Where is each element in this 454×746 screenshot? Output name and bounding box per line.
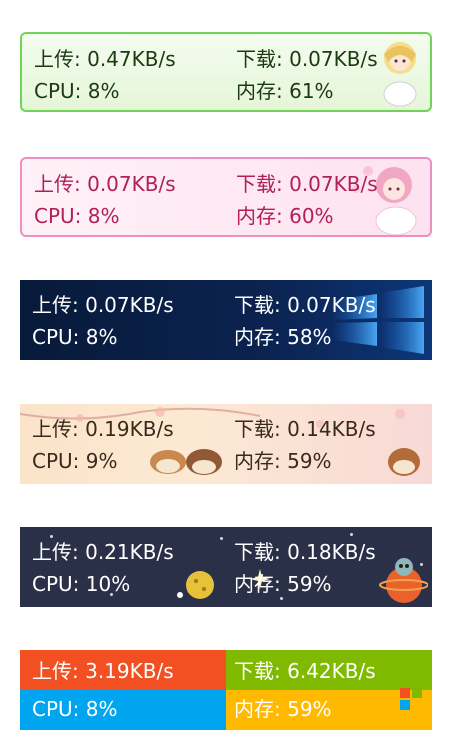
monitor-skin-windows-blue[interactable]: 上传: 0.07KB/s 下载: 0.07KB/s CPU: 8% 内存: 58… xyxy=(20,280,432,360)
cpu-usage: CPU: 8% xyxy=(32,325,118,349)
memory-usage: 内存: 59% xyxy=(234,697,332,721)
monitor-skin-pink[interactable]: 上传: 0.07KB/s 下载: 0.07KB/s CPU: 8% 内存: 60… xyxy=(20,157,432,237)
download-speed: 下载: 0.07KB/s xyxy=(236,172,378,196)
download-speed: 下载: 0.14KB/s xyxy=(234,417,376,441)
anime-girl-icon xyxy=(383,42,417,107)
windows-logo-icon xyxy=(400,688,422,710)
bird-icon xyxy=(150,449,222,475)
upload-speed: 上传: 0.07KB/s xyxy=(34,172,176,196)
monitor-skin-blossom[interactable]: 上传: 0.19KB/s 下载: 0.14KB/s CPU: 9% 内存: 59… xyxy=(20,404,432,484)
upload-speed: 上传: 0.47KB/s xyxy=(34,47,176,71)
cpu-usage: CPU: 8% xyxy=(32,697,118,721)
memory-usage: 内存: 59% xyxy=(234,449,332,473)
bird-icon xyxy=(388,448,420,476)
download-speed: 下载: 0.07KB/s xyxy=(234,293,376,317)
memory-usage: 内存: 61% xyxy=(236,79,334,103)
astronaut-icon xyxy=(379,558,428,603)
download-speed: 下载: 0.07KB/s xyxy=(236,47,378,71)
cpu-usage: CPU: 8% xyxy=(34,79,120,103)
upload-speed: 上传: 0.07KB/s xyxy=(32,293,174,317)
memory-usage: 内存: 58% xyxy=(234,325,332,349)
cpu-usage: CPU: 10% xyxy=(32,572,131,596)
download-speed: 下载: 6.42KB/s xyxy=(234,659,376,683)
download-speed: 下载: 0.18KB/s xyxy=(234,540,376,564)
memory-usage: 内存: 60% xyxy=(236,204,334,228)
cpu-usage: CPU: 9% xyxy=(32,449,118,473)
memory-usage: 内存: 59% xyxy=(234,572,332,596)
monitor-skin-green[interactable]: 上传: 0.47KB/s 下载: 0.07KB/s CPU: 8% 内存: 61… xyxy=(20,32,432,112)
monitor-skin-windows-tiles[interactable]: 上传: 3.19KB/s 下载: 6.42KB/s CPU: 8% 内存: 59… xyxy=(20,650,432,730)
upload-speed: 上传: 3.19KB/s xyxy=(32,659,174,683)
monitor-skin-space[interactable]: 上传: 0.21KB/s 下载: 0.18KB/s CPU: 10% 内存: 5… xyxy=(20,527,432,607)
cpu-usage: CPU: 8% xyxy=(34,204,120,228)
upload-speed: 上传: 0.19KB/s xyxy=(32,417,174,441)
space-planet-icon xyxy=(177,571,214,599)
upload-speed: 上传: 0.21KB/s xyxy=(32,540,174,564)
